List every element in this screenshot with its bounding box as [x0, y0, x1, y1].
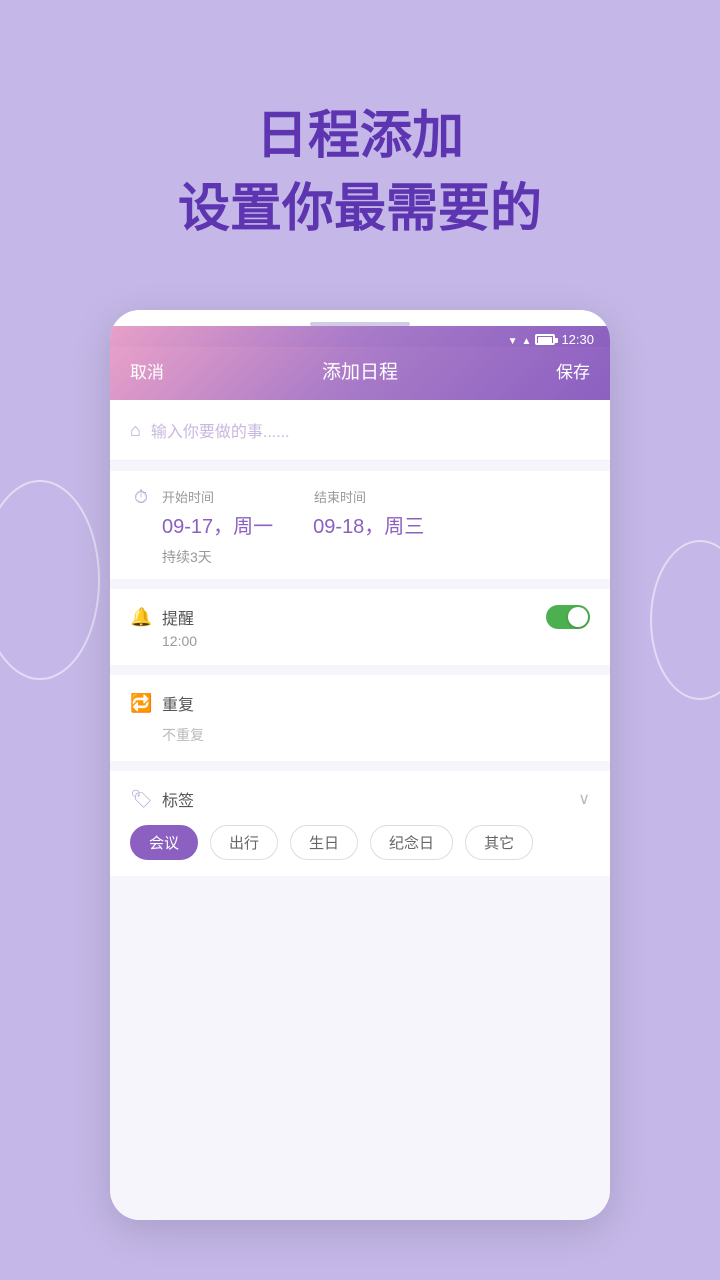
hero-subtitle: 设置你最需要的 — [0, 173, 720, 246]
tag-meeting[interactable]: 会议 — [130, 825, 198, 860]
repeat-label: 重复 — [162, 691, 194, 715]
status-bar: 12:30 — [110, 326, 610, 347]
bg-curve-right — [650, 540, 720, 700]
tag-travel[interactable]: 出行 — [210, 825, 278, 860]
repeat-section: 🔁 重复 不重复 — [110, 675, 610, 761]
task-input-row: ⌂ 输入你要做的事...... — [110, 400, 610, 461]
tag-anniversary[interactable]: 纪念日 — [370, 825, 453, 860]
save-button[interactable]: 保存 — [556, 358, 590, 383]
reminder-section: 🔔 提醒 12:00 — [110, 589, 610, 665]
repeat-value: 不重复 — [162, 725, 590, 745]
status-icons — [508, 333, 556, 347]
time-icon: ⏱ — [130, 487, 152, 508]
phone-mockup: 12:30 取消 添加日程 保存 ⌂ 输入你要做的事...... ⏱ 开始时间 … — [110, 310, 610, 1220]
status-time: 12:30 — [561, 332, 594, 347]
wifi-icon — [508, 333, 518, 347]
start-time-label: 开始时间 — [162, 487, 214, 506]
end-time-value[interactable]: 09-18，周三 — [313, 510, 424, 539]
tags-row: 会议出行生日纪念日其它 — [130, 825, 590, 860]
phone-top-bar — [110, 310, 610, 326]
time-labels: 开始时间 结束时间 — [162, 487, 590, 506]
reminder-toggle[interactable] — [546, 605, 590, 629]
cancel-button[interactable]: 取消 — [130, 358, 164, 383]
reminder-icon: 🔔 — [130, 607, 152, 628]
tags-left: 🏷 标签 — [130, 787, 194, 811]
repeat-header: 🔁 重复 — [130, 691, 590, 715]
content-area: ⌂ 输入你要做的事...... ⏱ 开始时间 结束时间 09-17，周一 09-… — [110, 400, 610, 1220]
reminder-time: 12:00 — [162, 633, 590, 649]
tags-icon: 🏷 — [130, 789, 152, 810]
tag-birthday[interactable]: 生日 — [290, 825, 358, 860]
bg-curve-left — [0, 480, 100, 680]
tag-other[interactable]: 其它 — [465, 825, 533, 860]
toggle-knob — [568, 607, 588, 627]
signal-icon — [522, 333, 532, 347]
tags-section: 🏷 标签 ∨ 会议出行生日纪念日其它 — [110, 771, 610, 876]
reminder-left: 🔔 提醒 — [130, 605, 194, 629]
reminder-header: 🔔 提醒 — [130, 605, 590, 629]
reminder-label: 提醒 — [162, 605, 194, 629]
battery-fill — [538, 337, 552, 344]
battery-icon — [535, 334, 555, 345]
start-time-value[interactable]: 09-17，周一 — [162, 510, 273, 539]
repeat-icon: 🔁 — [130, 693, 152, 714]
time-section: ⏱ 开始时间 结束时间 09-17，周一 09-18，周三 持续3天 — [110, 471, 610, 579]
hero-text: 日程添加 设置你最需要的 — [0, 100, 720, 246]
time-values: 09-17，周一 09-18，周三 — [162, 510, 590, 539]
nav-header: 取消 添加日程 保存 — [110, 347, 610, 400]
chevron-down-icon: ∨ — [578, 789, 590, 809]
hero-title: 日程添加 — [0, 100, 720, 173]
end-time-label: 结束时间 — [314, 487, 366, 506]
duration-text: 持续3天 — [162, 547, 590, 567]
task-input-placeholder[interactable]: 输入你要做的事...... — [151, 418, 290, 442]
task-icon: ⌂ — [130, 420, 141, 441]
nav-title: 添加日程 — [322, 357, 398, 384]
time-content: 开始时间 结束时间 09-17，周一 09-18，周三 — [162, 487, 590, 539]
tags-header: 🏷 标签 ∨ — [130, 787, 590, 811]
tags-label: 标签 — [162, 787, 194, 811]
